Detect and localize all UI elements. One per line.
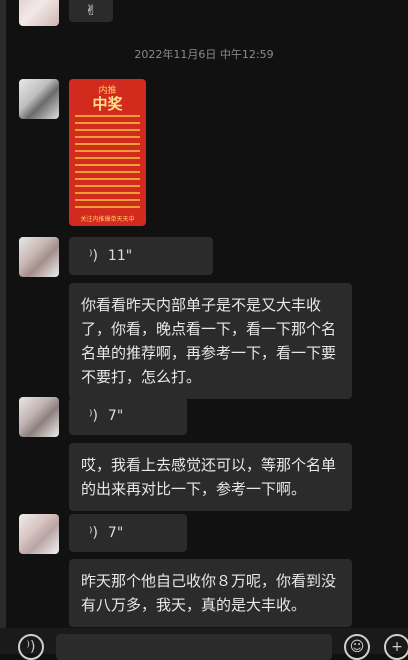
voice-duration: 11" [107, 248, 133, 264]
left-edge-strip [0, 0, 6, 654]
message-input[interactable] [56, 634, 332, 660]
image-footer: 关注内推爆单天天中 [80, 216, 135, 223]
text-message[interactable]: 你看看昨天内部单子是不是又大丰收了，你看，晚点看一下，看一下那个名名单的推荐啊，… [69, 283, 352, 399]
voice-duration: 7" [107, 525, 124, 541]
voice-wave-icon: ⁾) [89, 248, 98, 264]
image-message[interactable]: 内推 中奖 关注内推爆单天天中 [69, 79, 146, 226]
voice-message[interactable]: ⁾) 7" [69, 397, 187, 435]
emoji-message[interactable]: ✌ [69, 0, 113, 22]
image-content-lines [75, 115, 140, 213]
message-timestamp: 2022年11月6日 中午12:59 [134, 48, 274, 61]
voice-message[interactable]: ⁾) 11" [69, 237, 213, 275]
avatar[interactable] [19, 397, 59, 437]
input-bar: ⁾) ☺ + [0, 628, 408, 660]
text-message[interactable]: 昨天那个他自己收你８万呢，你看到没有八万多，我天，真的是大丰收。 [69, 559, 352, 627]
voice-wave-icon: ⁾) [89, 525, 98, 541]
victory-hand-icon: ✌ [85, 3, 97, 19]
emoji-icon[interactable]: ☺ [344, 634, 370, 660]
voice-message[interactable]: ⁾) 7" [69, 514, 187, 552]
voice-duration: 7" [107, 408, 124, 424]
avatar[interactable] [19, 79, 59, 119]
voice-input-icon[interactable]: ⁾) [18, 634, 44, 660]
text-message[interactable]: 哎，我看上去感觉还可以，等那个名单的出来再对比一下，参考一下啊。 [69, 443, 352, 511]
image-title-big: 中奖 [92, 95, 123, 113]
avatar[interactable] [19, 237, 59, 277]
avatar[interactable] [19, 0, 59, 26]
voice-wave-icon: ⁾) [89, 408, 98, 424]
avatar[interactable] [19, 514, 59, 554]
add-icon[interactable]: + [384, 634, 408, 660]
